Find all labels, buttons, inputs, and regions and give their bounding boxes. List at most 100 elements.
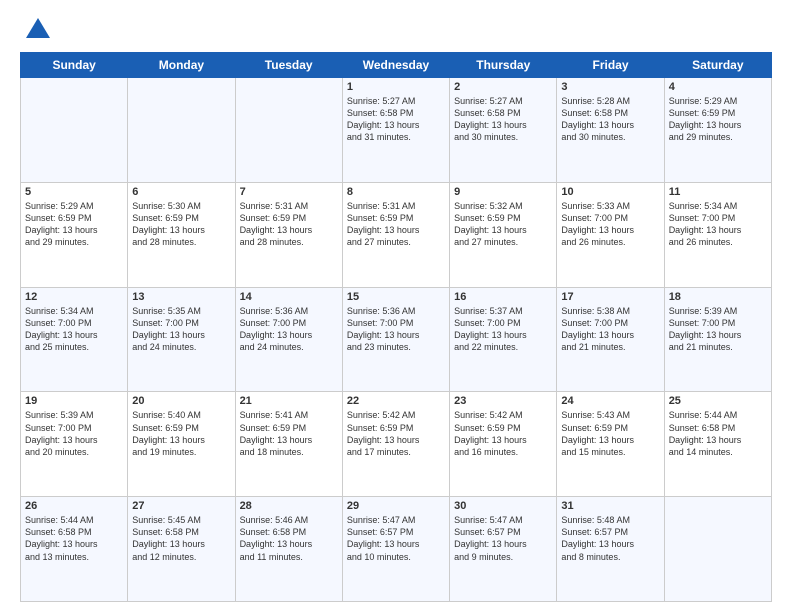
calendar-cell: 7Sunrise: 5:31 AM Sunset: 6:59 PM Daylig… — [235, 182, 342, 287]
day-number: 22 — [347, 395, 445, 407]
weekday-header-wednesday: Wednesday — [342, 53, 449, 78]
day-info: Sunrise: 5:34 AM Sunset: 7:00 PM Dayligh… — [669, 200, 767, 249]
weekday-header-friday: Friday — [557, 53, 664, 78]
day-info: Sunrise: 5:37 AM Sunset: 7:00 PM Dayligh… — [454, 305, 552, 354]
calendar-cell: 3 Sunrise: 5:28 AM Sunset: 6:58 PM Daylig… — [557, 78, 664, 183]
day-info: Sunrise: 5:46 AM Sunset: 6:58 PM Dayligh… — [240, 514, 338, 563]
calendar-cell: 2Sunrise: 5:27 AM Sunset: 6:58 PM Daylig… — [450, 78, 557, 183]
day-info: Sunrise: 5:28 AM Sunset: 6:58 PM Dayligh… — [561, 95, 659, 144]
day-number: 13 — [132, 291, 230, 303]
day-info: Sunrise: 5:27 AM Sunset: 6:58 PM Dayligh… — [347, 95, 445, 144]
day-number: 12 — [25, 291, 123, 303]
calendar-cell: 12 Sunrise: 5:34 AM Sunset: 7:00 PM Dayli… — [21, 287, 128, 392]
day-info: Sunrise: 5:31 AM Sunset: 6:59 PM Dayligh… — [240, 200, 338, 249]
logo-icon — [24, 16, 52, 44]
week-row-5: 26 Sunrise: 5:44 AM Sunset: 6:58 PM Dayli… — [21, 497, 772, 602]
day-number: 30 — [454, 500, 552, 512]
day-number: 19 — [25, 395, 123, 407]
weekday-header-thursday: Thursday — [450, 53, 557, 78]
day-info: Sunrise: 5:36 AM Sunset: 7:00 PM Dayligh… — [347, 305, 445, 354]
day-number: 31 — [561, 500, 659, 512]
day-info: Sunrise: 5:32 AM Sunset: 6:59 PM Dayligh… — [454, 200, 552, 249]
day-info: Sunrise: 5:41 AM Sunset: 6:59 PM Dayligh… — [240, 409, 338, 458]
weekday-header-saturday: Saturday — [664, 53, 771, 78]
day-number: 2 — [454, 81, 552, 93]
day-info: Sunrise: 5:31 AM Sunset: 6:59 PM Dayligh… — [347, 200, 445, 249]
calendar-cell: 20Sunrise: 5:40 AM Sunset: 6:59 PM Dayli… — [128, 392, 235, 497]
calendar-cell: 8 Sunrise: 5:31 AM Sunset: 6:59 PM Daylig… — [342, 182, 449, 287]
calendar-cell: 10 Sunrise: 5:33 AM Sunset: 7:00 PM Dayli… — [557, 182, 664, 287]
calendar-cell: 31 Sunrise: 5:48 AM Sunset: 6:57 PM Dayli… — [557, 497, 664, 602]
day-info: Sunrise: 5:30 AM Sunset: 6:59 PM Dayligh… — [132, 200, 230, 249]
day-info: Sunrise: 5:44 AM Sunset: 6:58 PM Dayligh… — [669, 409, 767, 458]
day-info: Sunrise: 5:33 AM Sunset: 7:00 PM Dayligh… — [561, 200, 659, 249]
day-info: Sunrise: 5:42 AM Sunset: 6:59 PM Dayligh… — [454, 409, 552, 458]
day-number: 9 — [454, 186, 552, 198]
day-info: Sunrise: 5:29 AM Sunset: 6:59 PM Dayligh… — [669, 95, 767, 144]
day-number: 28 — [240, 500, 338, 512]
day-number: 17 — [561, 291, 659, 303]
calendar-cell — [664, 497, 771, 602]
day-number: 10 — [561, 186, 659, 198]
calendar-cell: 15 Sunrise: 5:36 AM Sunset: 7:00 PM Dayli… — [342, 287, 449, 392]
day-info: Sunrise: 5:42 AM Sunset: 6:59 PM Dayligh… — [347, 409, 445, 458]
day-number: 5 — [25, 186, 123, 198]
day-info: Sunrise: 5:39 AM Sunset: 7:00 PM Dayligh… — [669, 305, 767, 354]
calendar-cell: 9 Sunrise: 5:32 AM Sunset: 6:59 PM Daylig… — [450, 182, 557, 287]
day-info: Sunrise: 5:47 AM Sunset: 6:57 PM Dayligh… — [347, 514, 445, 563]
day-number: 25 — [669, 395, 767, 407]
logo — [20, 16, 52, 44]
day-info: Sunrise: 5:48 AM Sunset: 6:57 PM Dayligh… — [561, 514, 659, 563]
calendar-cell — [21, 78, 128, 183]
day-info: Sunrise: 5:39 AM Sunset: 7:00 PM Dayligh… — [25, 409, 123, 458]
day-info: Sunrise: 5:36 AM Sunset: 7:00 PM Dayligh… — [240, 305, 338, 354]
week-row-3: 12 Sunrise: 5:34 AM Sunset: 7:00 PM Dayli… — [21, 287, 772, 392]
day-number: 24 — [561, 395, 659, 407]
day-number: 29 — [347, 500, 445, 512]
weekday-header-row: SundayMondayTuesdayWednesdayThursdayFrid… — [21, 53, 772, 78]
day-info: Sunrise: 5:43 AM Sunset: 6:59 PM Dayligh… — [561, 409, 659, 458]
page: SundayMondayTuesdayWednesdayThursdayFrid… — [0, 0, 792, 612]
day-number: 14 — [240, 291, 338, 303]
calendar-cell: 24 Sunrise: 5:43 AM Sunset: 6:59 PM Dayli… — [557, 392, 664, 497]
day-info: Sunrise: 5:29 AM Sunset: 6:59 PM Dayligh… — [25, 200, 123, 249]
calendar-cell: 13 Sunrise: 5:35 AM Sunset: 7:00 PM Dayli… — [128, 287, 235, 392]
day-info: Sunrise: 5:40 AM Sunset: 6:59 PM Dayligh… — [132, 409, 230, 458]
day-info: Sunrise: 5:35 AM Sunset: 7:00 PM Dayligh… — [132, 305, 230, 354]
calendar-cell: 1Sunrise: 5:27 AM Sunset: 6:58 PM Daylig… — [342, 78, 449, 183]
day-number: 3 — [561, 81, 659, 93]
calendar-cell: 26 Sunrise: 5:44 AM Sunset: 6:58 PM Dayli… — [21, 497, 128, 602]
calendar-cell: 27Sunrise: 5:45 AM Sunset: 6:58 PM Dayli… — [128, 497, 235, 602]
calendar-cell: 18 Sunrise: 5:39 AM Sunset: 7:00 PM Dayli… — [664, 287, 771, 392]
day-info: Sunrise: 5:38 AM Sunset: 7:00 PM Dayligh… — [561, 305, 659, 354]
day-number: 18 — [669, 291, 767, 303]
calendar-cell — [128, 78, 235, 183]
calendar-cell: 30 Sunrise: 5:47 AM Sunset: 6:57 PM Dayli… — [450, 497, 557, 602]
day-number: 6 — [132, 186, 230, 198]
day-number: 15 — [347, 291, 445, 303]
day-number: 21 — [240, 395, 338, 407]
header — [20, 16, 772, 44]
day-number: 27 — [132, 500, 230, 512]
calendar-cell: 5 Sunrise: 5:29 AM Sunset: 6:59 PM Daylig… — [21, 182, 128, 287]
calendar-cell: 25 Sunrise: 5:44 AM Sunset: 6:58 PM Dayli… — [664, 392, 771, 497]
week-row-2: 5 Sunrise: 5:29 AM Sunset: 6:59 PM Daylig… — [21, 182, 772, 287]
week-row-1: 1Sunrise: 5:27 AM Sunset: 6:58 PM Daylig… — [21, 78, 772, 183]
day-number: 11 — [669, 186, 767, 198]
calendar-cell: 11 Sunrise: 5:34 AM Sunset: 7:00 PM Dayli… — [664, 182, 771, 287]
day-number: 8 — [347, 186, 445, 198]
calendar-cell — [235, 78, 342, 183]
calendar-cell: 17 Sunrise: 5:38 AM Sunset: 7:00 PM Dayli… — [557, 287, 664, 392]
calendar-cell: 21 Sunrise: 5:41 AM Sunset: 6:59 PM Dayli… — [235, 392, 342, 497]
calendar-cell: 23 Sunrise: 5:42 AM Sunset: 6:59 PM Dayli… — [450, 392, 557, 497]
day-number: 26 — [25, 500, 123, 512]
week-row-4: 19 Sunrise: 5:39 AM Sunset: 7:00 PM Dayli… — [21, 392, 772, 497]
calendar-cell: 19 Sunrise: 5:39 AM Sunset: 7:00 PM Dayli… — [21, 392, 128, 497]
day-number: 23 — [454, 395, 552, 407]
weekday-header-monday: Monday — [128, 53, 235, 78]
day-info: Sunrise: 5:34 AM Sunset: 7:00 PM Dayligh… — [25, 305, 123, 354]
day-info: Sunrise: 5:44 AM Sunset: 6:58 PM Dayligh… — [25, 514, 123, 563]
day-info: Sunrise: 5:47 AM Sunset: 6:57 PM Dayligh… — [454, 514, 552, 563]
calendar: SundayMondayTuesdayWednesdayThursdayFrid… — [20, 52, 772, 602]
calendar-cell: 29 Sunrise: 5:47 AM Sunset: 6:57 PM Dayli… — [342, 497, 449, 602]
